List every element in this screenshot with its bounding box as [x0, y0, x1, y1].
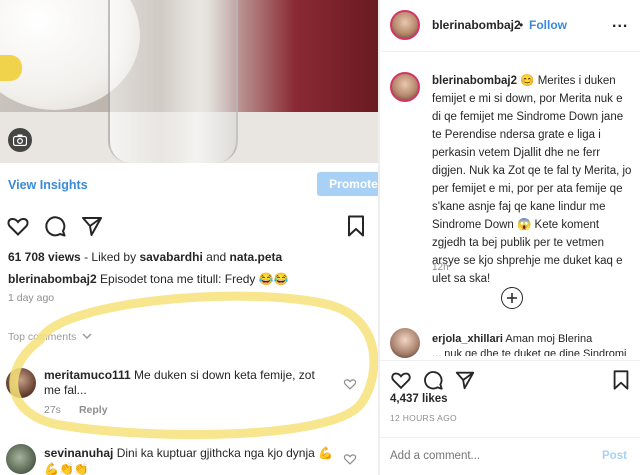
bookmark-icon[interactable]	[344, 214, 368, 238]
more-options-icon[interactable]: ...	[612, 14, 628, 32]
mobile-post-panel: View Insights 61 708 views - Liked by sa…	[0, 0, 378, 475]
comment-icon[interactable]	[43, 214, 67, 238]
reply-comment: erjola_xhillari Aman moj Blerina	[432, 333, 632, 345]
reply-button[interactable]: Reply	[79, 404, 108, 416]
comment-heart-icon[interactable]	[343, 452, 357, 466]
comment-item: meritamuco111 Me duken si down keta femi…	[0, 362, 378, 422]
post-time-ago: 1 day ago	[8, 292, 55, 304]
comment-heart-icon[interactable]	[343, 377, 357, 391]
avatar[interactable]	[6, 444, 36, 474]
share-icon[interactable]	[80, 214, 104, 238]
post-timestamp: 12 HOURS AGO	[390, 413, 457, 423]
post-caption-text: 😊 Merites i duken femijet e mi si down, …	[432, 75, 632, 285]
follow-button[interactable]: Follow	[529, 18, 567, 32]
header-username[interactable]: blerinabombaj2	[432, 18, 521, 32]
heart-icon[interactable]	[6, 214, 30, 238]
views-liked-line: 61 708 views - Liked by savabardhi and n…	[8, 250, 282, 264]
comment-text: Aman moj Blerina	[502, 333, 593, 345]
comment-icon[interactable]	[422, 369, 444, 391]
bookmark-icon[interactable]	[610, 369, 632, 391]
comment-body: meritamuco111 Me duken si down keta femi…	[44, 368, 334, 398]
header-dot: •	[519, 18, 524, 32]
liked-user-2[interactable]: nata.peta	[230, 250, 283, 264]
post-comment-button[interactable]: Post	[602, 450, 627, 462]
post-header: blerinabombaj2 • Follow ...	[380, 0, 640, 52]
post-caption: blerinabombaj2 😊 Merites i duken femijet…	[432, 72, 632, 288]
load-more-comments-icon[interactable]	[501, 287, 523, 309]
caption-line: blerinabombaj2 Episodet tona me titull: …	[8, 272, 289, 286]
avatar[interactable]	[390, 10, 420, 40]
add-comment-bar: Post	[380, 437, 640, 475]
camera-icon[interactable]	[8, 128, 32, 152]
views-count[interactable]: 61 708 views	[8, 250, 81, 264]
comment-age: 27s	[44, 404, 61, 416]
share-icon[interactable]	[454, 369, 476, 391]
avatar[interactable]	[390, 328, 420, 358]
comment-text-cut: ... nuk qe dhe te duket qe dine Sindromi…	[432, 348, 627, 356]
liked-by-prefix: - Liked by	[80, 250, 140, 264]
heart-icon[interactable]	[390, 369, 412, 391]
comment-meta: 27s Reply	[44, 404, 108, 416]
likes-count[interactable]: 4,437 likes	[390, 393, 448, 405]
avatar[interactable]	[390, 72, 420, 102]
post-time: 12h	[432, 262, 449, 273]
comment-username[interactable]: meritamuco111	[44, 368, 131, 382]
view-insights-link[interactable]: View Insights	[8, 178, 88, 192]
top-comments-label: Top comments	[8, 331, 77, 343]
caption-username[interactable]: blerinabombaj2	[8, 272, 97, 286]
comment-item: sevinanuhaj Dini ka kuptuar gjithcka nga…	[0, 440, 378, 475]
post-action-row	[0, 214, 378, 240]
liked-and: and	[202, 250, 230, 264]
avatar[interactable]	[6, 368, 36, 398]
desktop-post-panel: blerinabombaj2 • Follow ... blerinabomba…	[380, 0, 640, 475]
post-photo[interactable]	[0, 0, 378, 163]
lemon-shape	[0, 55, 22, 81]
post-username[interactable]: blerinabombaj2	[432, 75, 517, 87]
comment-body: sevinanuhaj Dini ka kuptuar gjithcka nga…	[44, 445, 334, 475]
glass-shape	[108, 0, 238, 163]
add-comment-input[interactable]	[390, 450, 570, 462]
liked-user-1[interactable]: savabardhi	[139, 250, 202, 264]
top-comments-toggle[interactable]: Top comments	[8, 331, 92, 343]
comment-username[interactable]: erjola_xhillari	[432, 333, 503, 345]
comment-username[interactable]: sevinanuhaj	[44, 446, 113, 460]
chevron-down-icon	[82, 331, 92, 343]
caption-text: Episodet tona me titull: Fredy 😂😂	[96, 272, 289, 286]
